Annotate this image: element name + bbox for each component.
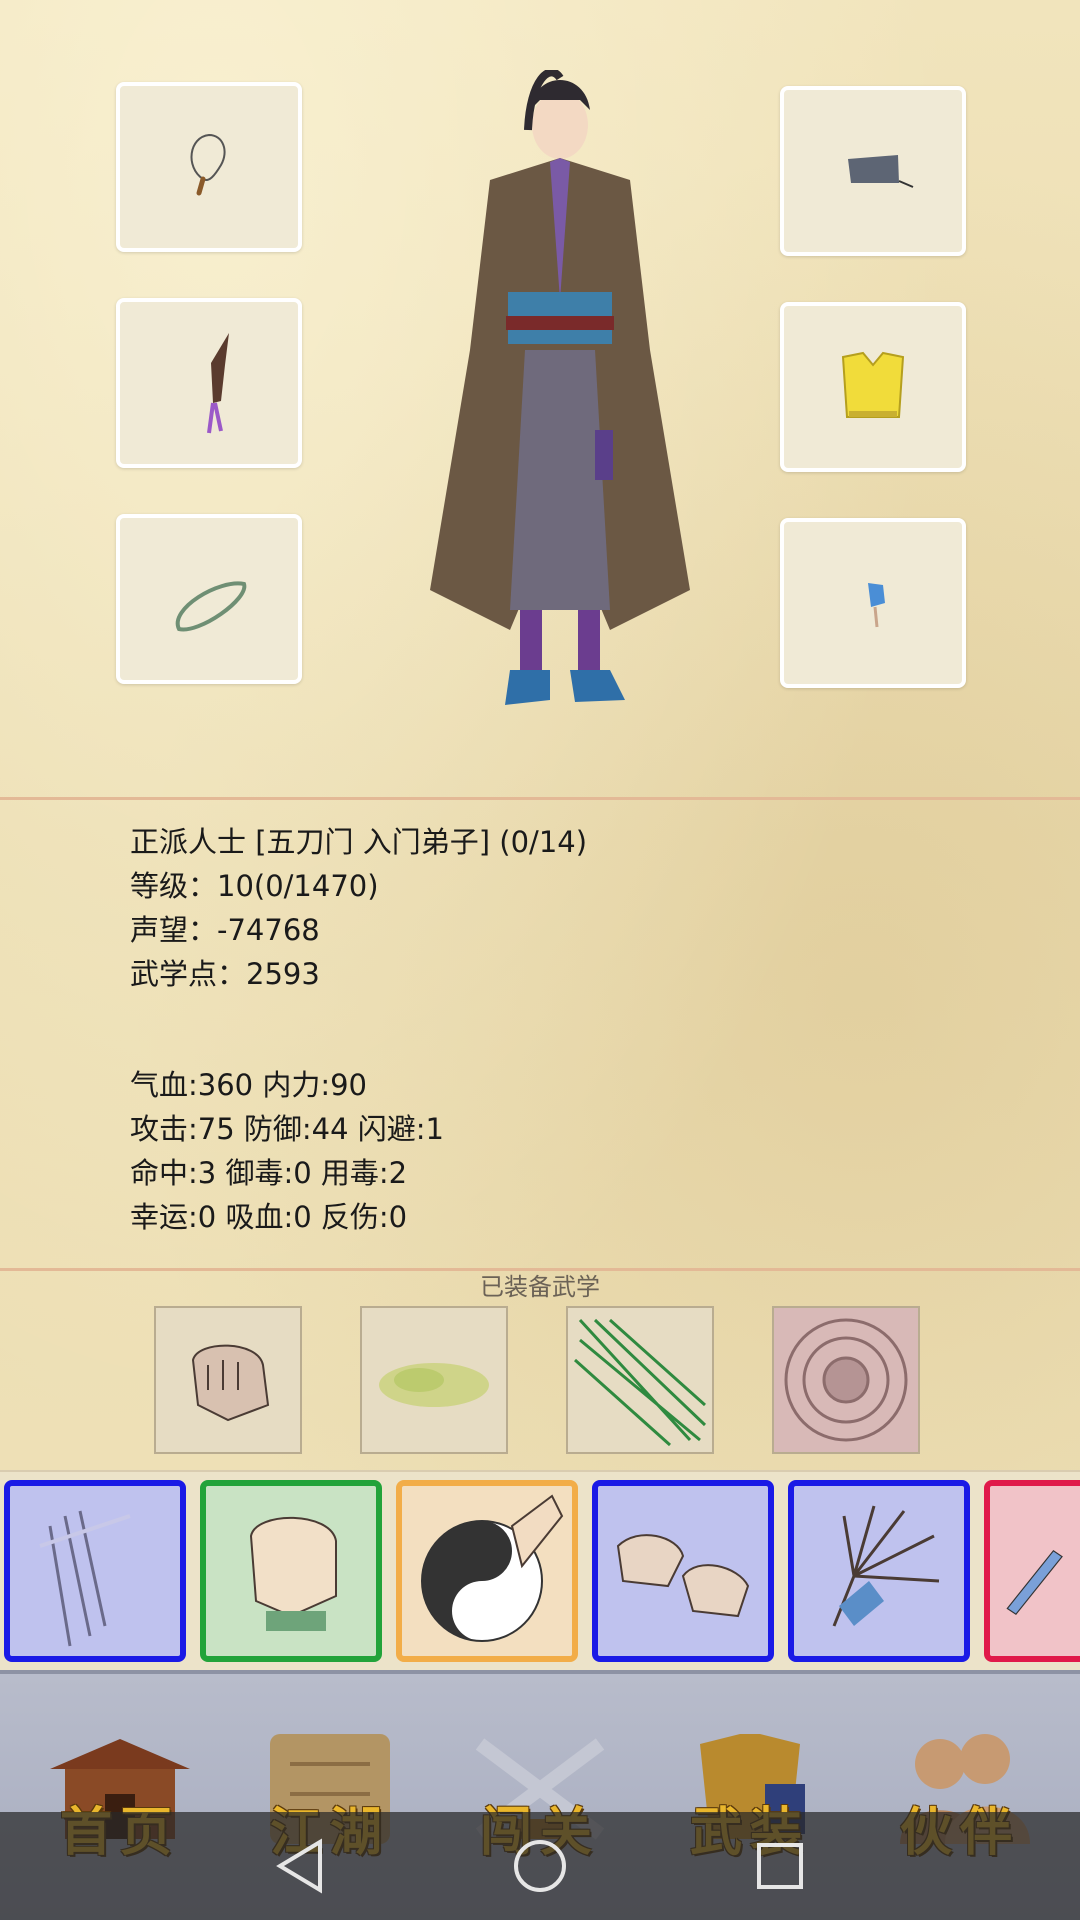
beads-necklace-icon: [190, 133, 226, 196]
needle-skill-icon: [573, 1318, 707, 1447]
profile-title: 正派人士 [五刀门 入门弟子] (0/14): [130, 825, 588, 859]
equipped-martial-label: 已装备武学: [480, 1273, 600, 1301]
skill-tray[interactable]: [0, 1470, 1080, 1670]
tray-skill-5[interactable]: [788, 1480, 970, 1662]
equip-slot-armor[interactable]: [780, 302, 966, 472]
profile-reputation: 声望：-74768: [130, 913, 320, 947]
tray-skill-4[interactable]: [592, 1480, 774, 1662]
recents-icon[interactable]: [745, 1834, 815, 1898]
equipped-skill-3[interactable]: [566, 1306, 714, 1454]
system-nav-bar: [0, 1812, 1080, 1920]
stats-block: 气血:360 内力:90 攻击:75 防御:44 闪避:1 命中:3 御毒:0 …: [130, 1063, 444, 1239]
tray-skill-3[interactable]: [396, 1480, 578, 1662]
cloth-cap-icon: [848, 155, 914, 188]
stats-line: 气血:360 内力:90: [130, 1068, 368, 1102]
twin-fist-icon: [616, 1534, 750, 1618]
equipped-skill-4[interactable]: [772, 1306, 920, 1454]
equipped-skill-1[interactable]: [154, 1306, 302, 1454]
jade-ring-icon: [175, 581, 247, 632]
equip-slot-necklace[interactable]: [116, 82, 302, 252]
seal-skill-icon: [784, 1318, 908, 1442]
divider-top: [0, 797, 1080, 800]
tray-skill-1[interactable]: [4, 1480, 186, 1662]
equip-slot-hat[interactable]: [780, 86, 966, 256]
blue-pendant-icon: [868, 583, 885, 628]
stats-line: 攻击:75 防御:44 闪避:1: [130, 1112, 445, 1146]
equip-slot-ring[interactable]: [116, 514, 302, 684]
fist-skill-icon: [191, 1344, 270, 1422]
equip-slot-accessory[interactable]: [780, 518, 966, 688]
equip-slot-weapon[interactable]: [116, 298, 302, 468]
yellow-vest-icon: [841, 351, 905, 418]
blade-icon: [1006, 1550, 1063, 1616]
equipped-skill-2[interactable]: [360, 1306, 508, 1454]
claw-hand-icon: [832, 1505, 940, 1627]
profile-info: 正派人士 [五刀门 入门弟子] (0/14) 等级：10(0/1470) 声望：…: [130, 820, 587, 996]
dagger-icon: [207, 333, 229, 434]
sword-slash-icon: [39, 1510, 131, 1647]
stats-line: 命中:3 御毒:0 用毒:2: [130, 1156, 408, 1190]
tray-skill-6[interactable]: [984, 1480, 1080, 1662]
profile-martial-points: 武学点：2593: [130, 957, 320, 991]
home-circle-icon[interactable]: [505, 1834, 575, 1898]
back-icon[interactable]: [265, 1834, 335, 1898]
profile-level: 等级：10(0/1470): [130, 869, 379, 903]
green-mist-skill-icon: [379, 1363, 489, 1407]
tray-skill-2[interactable]: [200, 1480, 382, 1662]
character-portrait: [430, 70, 690, 705]
stats-line: 幸运:0 吸血:0 反伤:0: [130, 1200, 408, 1234]
taiji-palm-icon: [421, 1494, 564, 1642]
fist-icon: [249, 1516, 337, 1631]
